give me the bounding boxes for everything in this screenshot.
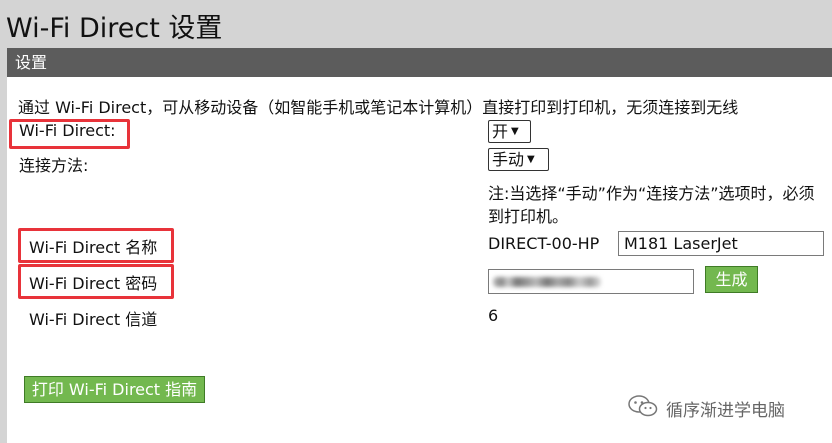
wifi-direct-password-label: Wi-Fi Direct 密码 <box>29 274 158 293</box>
watermark-text: 循序渐进学电脑 <box>666 400 785 421</box>
section-header: 设置 <box>7 48 832 77</box>
generate-button[interactable]: 生成 <box>705 266 758 293</box>
wifi-direct-name-prefix: DIRECT-00-HP <box>488 234 600 253</box>
wifi-direct-select-value: 开 <box>492 122 509 141</box>
note-line-1: 注:当选择“手动”作为“连接方法”选项时，必须 <box>488 184 815 203</box>
wifi-direct-channel-value: 6 <box>488 306 499 325</box>
wifi-direct-label: Wi-Fi Direct: <box>19 121 116 140</box>
intro-text: 通过 Wi-Fi Direct，可从移动设备（如智能手机或笔记本计算机）直接打印… <box>18 98 739 117</box>
print-guide-button[interactable]: 打印 Wi-Fi Direct 指南 <box>24 376 205 403</box>
connection-method-select-value: 手动 <box>492 150 525 169</box>
connection-method-label: 连接方法: <box>19 156 89 175</box>
connection-method-select[interactable]: 手动 ▼ <box>488 148 549 171</box>
settings-panel: 设置 通过 Wi-Fi Direct，可从移动设备（如智能手机或笔记本计算机）直… <box>7 48 832 443</box>
watermark: 循序渐进学电脑 <box>628 394 785 422</box>
wifi-direct-name-label: Wi-Fi Direct 名称 <box>29 238 158 257</box>
page-title: Wi-Fi Direct 设置 <box>6 13 223 44</box>
wifi-direct-name-input[interactable]: M181 LaserJet <box>618 231 824 256</box>
wifi-direct-password-input[interactable] <box>488 269 694 294</box>
wifi-direct-select[interactable]: 开 ▼ <box>488 120 531 143</box>
wifi-direct-channel-label: Wi-Fi Direct 信道 <box>29 310 158 329</box>
wechat-icon <box>628 394 658 422</box>
chevron-down-icon: ▼ <box>511 126 519 137</box>
note-line-2: 到打印机。 <box>488 207 569 226</box>
chevron-down-icon: ▼ <box>527 154 535 165</box>
obscured-password <box>493 277 601 287</box>
